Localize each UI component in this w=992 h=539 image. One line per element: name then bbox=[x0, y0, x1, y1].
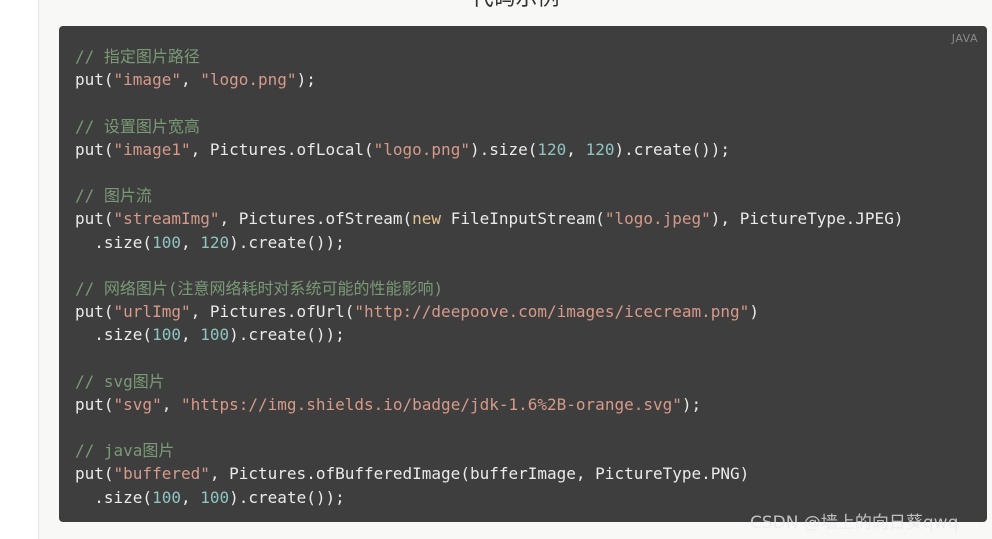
left-margin-rule bbox=[0, 0, 39, 539]
code-token-plain: .size( bbox=[75, 325, 153, 345]
code-lines: // 指定图片路径 put("image", "logo.png");// 设置图… bbox=[75, 45, 987, 509]
code-token-plain: , bbox=[566, 139, 586, 159]
code-token-string: "logo.png" bbox=[373, 139, 470, 159]
code-token-string: "logo.png" bbox=[200, 70, 297, 90]
code-token-keyword: new bbox=[412, 209, 442, 229]
code-token-plain: ); bbox=[296, 70, 316, 90]
csdn-watermark: CSDN @墙上的向日葵qwq bbox=[750, 513, 959, 533]
code-token-string: "http://deepoove.com/images/icecream.png… bbox=[354, 302, 750, 322]
code-line: put("image1", Pictures.ofLocal("logo.png… bbox=[75, 138, 987, 161]
code-token-comment: // 设置图片宽高 bbox=[75, 116, 200, 136]
code-token-plain: put( bbox=[75, 209, 114, 229]
code-token-string: "buffered" bbox=[113, 464, 210, 484]
code-line: // svg图片 bbox=[75, 370, 987, 393]
code-token-comment: // 图片流 bbox=[75, 186, 152, 206]
code-token-string: "streamImg" bbox=[113, 209, 220, 229]
code-token-plain: , bbox=[161, 394, 181, 414]
code-token-plain: put( bbox=[75, 464, 114, 484]
code-token-plain: , Pictures.ofUrl( bbox=[190, 302, 355, 322]
code-token-plain: .size( bbox=[75, 232, 153, 252]
code-token-comment: // java图片 bbox=[75, 441, 175, 461]
code-line: put("streamImg", Pictures.ofStream(new F… bbox=[75, 207, 987, 230]
code-token-plain: ).create()); bbox=[229, 487, 345, 507]
code-token-number: 100 bbox=[152, 487, 181, 507]
code-line: .size(100, 100).create()); bbox=[75, 486, 987, 509]
code-token-plain: ); bbox=[681, 394, 702, 414]
code-line: put("buffered", Pictures.ofBufferedImage… bbox=[75, 462, 987, 485]
code-token-number: 100 bbox=[200, 487, 230, 507]
section-heading: 代码示例 bbox=[39, 0, 992, 11]
code-token-comment: // svg图片 bbox=[75, 371, 165, 391]
code-token-plain: ) bbox=[749, 302, 759, 322]
code-line: put("svg", "https://img.shields.io/badge… bbox=[75, 393, 987, 416]
code-token-plain: ).create()); bbox=[229, 232, 345, 252]
code-token-number: 120 bbox=[585, 139, 615, 159]
code-token-number: 120 bbox=[537, 139, 567, 159]
code-token-plain: ), PictureType.JPEG) bbox=[710, 209, 904, 229]
code-line: .size(100, 120).create()); bbox=[75, 231, 987, 254]
code-token-number: 120 bbox=[200, 232, 230, 252]
code-token-plain: , Pictures.ofBufferedImage(bufferImage, … bbox=[209, 464, 750, 484]
code-line: // 指定图片路径 bbox=[75, 45, 987, 68]
code-line: // 网络图片(注意网络耗时对系统可能的性能影响) bbox=[75, 277, 987, 300]
code-token-string: "logo.jpeg" bbox=[604, 209, 711, 229]
code-token-plain: FileInputStream( bbox=[441, 209, 605, 229]
code-token-plain: , bbox=[180, 325, 201, 345]
code-token-string: "image" bbox=[113, 70, 181, 90]
code-token-plain: , Pictures.ofLocal( bbox=[190, 139, 374, 159]
code-line: .size(100, 100).create()); bbox=[75, 323, 987, 346]
code-token-plain: put( bbox=[75, 394, 114, 414]
code-token-string: "urlImg" bbox=[113, 302, 191, 322]
code-token-plain: put( bbox=[75, 302, 114, 322]
code-token-comment: // 网络图片(注意网络耗时对系统可能的性能影响) bbox=[75, 278, 444, 298]
code-token-plain: ).create()); bbox=[614, 139, 731, 159]
code-line: put("image", "logo.png"); bbox=[75, 68, 987, 91]
code-line: // 图片流 bbox=[75, 184, 987, 207]
code-line: put("urlImg", Pictures.ofUrl("http://dee… bbox=[75, 300, 987, 323]
code-token-string: "https://img.shields.io/badge/jdk-1.6%2B… bbox=[180, 394, 682, 414]
code-line: // 设置图片宽高 bbox=[75, 115, 987, 138]
code-token-comment: // 指定图片路径 bbox=[75, 47, 200, 66]
code-token-number: 100 bbox=[152, 325, 181, 345]
code-token-number: 100 bbox=[200, 325, 230, 345]
code-line: // java图片 bbox=[75, 439, 987, 462]
code-block[interactable]: JAVA // 指定图片路径 put("image", "logo.png"); /… bbox=[59, 26, 987, 522]
code-token-number: 100 bbox=[152, 232, 181, 252]
code-token-plain: .size( bbox=[75, 487, 153, 507]
code-token-plain: , bbox=[180, 232, 201, 252]
code-token-plain: , bbox=[180, 70, 201, 90]
code-token-plain: ).create()); bbox=[229, 325, 345, 345]
code-token-string: "svg" bbox=[113, 394, 162, 414]
code-token-string: "image1" bbox=[113, 139, 191, 159]
code-token-plain: put( bbox=[75, 70, 114, 90]
code-token-plain: put( bbox=[75, 139, 114, 159]
code-language-label: JAVA bbox=[951, 32, 978, 45]
code-token-plain: , Pictures.ofStream( bbox=[219, 209, 413, 229]
code-token-plain: , bbox=[180, 487, 201, 507]
code-token-plain: ).size( bbox=[469, 139, 538, 159]
